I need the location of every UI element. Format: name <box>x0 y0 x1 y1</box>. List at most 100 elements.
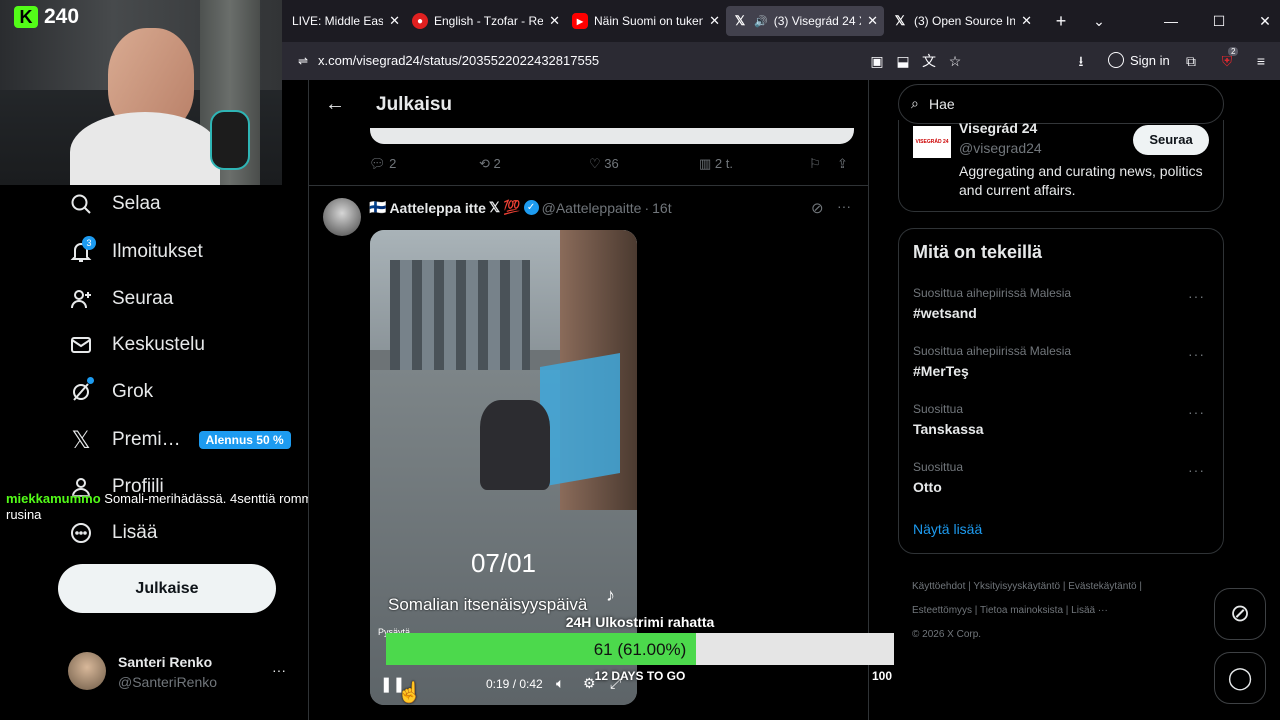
goal-progress-text: 61 (61.00%) <box>593 640 687 659</box>
footer-link[interactable]: Lisää ··· <box>1071 605 1108 616</box>
repost-button[interactable]: ⟲ 2 <box>479 156 501 172</box>
save-page-icon[interactable]: ⬓ <box>894 52 912 70</box>
reply-icon: 💬︎ <box>369 156 386 171</box>
post-time[interactable]: 16t <box>652 200 671 216</box>
footer-link[interactable]: Yksityisyyskäytäntö <box>973 581 1060 592</box>
repost-icon: ⟲ <box>479 156 490 171</box>
download-icon[interactable]: ⭳ <box>1072 52 1090 70</box>
post-author-handle[interactable]: @Aatteleppaitte <box>542 200 642 216</box>
follow-card-name[interactable]: Visegrád 24 <box>959 120 1037 136</box>
grok-float-button[interactable]: ⊘ <box>1214 588 1266 640</box>
footer-link[interactable]: Käyttöehdot <box>912 581 965 592</box>
post-author-avatar[interactable] <box>323 198 361 236</box>
chat-bubble-icon: ◯ <box>1227 665 1253 690</box>
page-title: Julkaisu <box>376 94 453 115</box>
discount-badge: Alennus 50 % <box>198 431 291 449</box>
trend-item[interactable]: Suosittua aihepiirissä Malesia #wetsand <box>913 286 1213 321</box>
browser-tab[interactable]: 𝕏 (3) Open Source Intel ✕ <box>886 6 1038 36</box>
trend-item[interactable]: Suosittua Otto <box>913 460 1213 495</box>
sidebar-item-explore[interactable]: Selaa <box>68 189 161 219</box>
url-text[interactable]: x.com/visegrad24/status/2035522022432817… <box>318 53 599 68</box>
divider <box>309 185 868 186</box>
footer-link[interactable]: Esteettömyys <box>912 605 972 616</box>
trend-item[interactable]: Suosittua Tanskassa <box>913 402 1213 437</box>
crowd <box>480 400 550 490</box>
maximize-icon[interactable]: ☐ <box>1210 12 1228 30</box>
trend-more-icon[interactable]: ··· <box>1188 462 1205 478</box>
extensions-icon[interactable]: ⧉ <box>1182 52 1200 70</box>
viewer-count: 240 <box>44 5 80 28</box>
mouse-cursor-icon: ☝ <box>397 682 422 704</box>
bookmark-star-icon[interactable]: ☆ <box>946 52 964 70</box>
x-icon: 𝕏 <box>734 13 746 28</box>
goal-days-left: 12 DAYS TO GO <box>594 669 686 683</box>
sidebar-item-label: Premi… <box>112 429 181 450</box>
visegrad-logo: VISEGRÁD 24 <box>913 126 951 158</box>
speaker-icon[interactable]: 🔊 <box>754 15 768 28</box>
user-name: Santeri Renko <box>118 654 213 670</box>
post-header: ← Julkaisu <box>309 80 868 132</box>
close-tab-icon[interactable]: ✕ <box>549 13 560 29</box>
messages-float-button[interactable]: ◯ <box>1214 652 1266 704</box>
trend-name: #wetsand <box>913 305 977 321</box>
account-switcher[interactable]: Santeri Renko @SanteriRenko ··· <box>58 648 298 696</box>
sidebar-item-follow[interactable]: Seuraa <box>68 284 173 314</box>
footer-link[interactable]: Evästekäytäntö <box>1068 581 1136 592</box>
back-arrow-icon[interactable]: ← <box>325 93 345 116</box>
trend-more-icon[interactable]: ··· <box>1188 288 1205 304</box>
sign-in-button[interactable]: Sign in <box>1108 52 1170 68</box>
repost-count: 2 <box>493 156 501 171</box>
account-more-icon[interactable]: ··· <box>272 662 286 678</box>
follow-card-handle[interactable]: @visegrad24 <box>959 140 1042 156</box>
close-tab-icon[interactable]: ✕ <box>389 13 400 29</box>
sidebar-item-grok[interactable]: Grok <box>68 377 153 407</box>
menu-icon[interactable]: ≡ <box>1252 52 1270 70</box>
sidebar-item-label: Ilmoitukset <box>112 241 203 262</box>
trend-more-icon[interactable]: ··· <box>1188 346 1205 362</box>
translate-icon[interactable]: 文 <box>920 52 938 70</box>
sidebar-item-messages[interactable]: Keskustelu <box>68 330 205 360</box>
grok-analyze-icon[interactable]: ⊘ <box>811 199 824 217</box>
heart-icon: ♡ <box>589 156 601 171</box>
post-author-name[interactable]: Aatteleppa itte <box>389 200 485 216</box>
video-date-overlay: 07/01 <box>470 548 537 578</box>
share-icon[interactable]: ⇪ <box>837 156 848 172</box>
trend-more-icon[interactable]: ··· <box>1188 404 1205 420</box>
like-button[interactable]: ♡ 36 <box>589 156 619 172</box>
reply-button[interactable]: 💬︎ 2 <box>369 156 396 172</box>
sidebar-item-premium[interactable]: 𝕏 Premi… Alennus 50 % <box>68 425 291 455</box>
follow-button[interactable]: Seuraa <box>1133 125 1209 155</box>
bookmark-icon[interactable]: ⚐ <box>809 156 821 172</box>
search-box[interactable]: ⌕ Hae <box>898 84 1224 124</box>
close-tab-icon[interactable]: ✕ <box>867 13 878 29</box>
close-tab-icon[interactable]: ✕ <box>709 13 720 29</box>
browser-tab[interactable]: ● English - Tzofar - Red ✕ <box>406 6 566 36</box>
browser-tab[interactable]: ▶ Näin Suomi on tuken ✕ <box>566 6 726 36</box>
new-tab-icon[interactable]: + <box>1052 12 1070 30</box>
views-button[interactable]: ▥ 2 t. <box>699 156 733 172</box>
footer-link[interactable]: Tietoa mainoksista <box>980 605 1063 616</box>
goal-title: 24H Ulkostrimi rahatta <box>565 614 715 630</box>
previous-post-actions: 💬︎ 2 ⟲ 2 ♡ 36 ▥ 2 t. ⚐ ⇪ <box>369 156 859 176</box>
tab-title: (3) Visegrád 24 X <box>773 14 862 28</box>
post-button[interactable]: Julkaise <box>58 564 276 613</box>
search-input[interactable]: Hae <box>929 96 955 112</box>
picture-in-picture-icon[interactable]: ▣ <box>868 52 886 70</box>
tab-list-icon[interactable]: ⌄ <box>1090 12 1108 30</box>
post-more-icon[interactable]: ··· <box>837 198 851 214</box>
browser-tab-active[interactable]: 𝕏 🔊 (3) Visegrád 24 X ✕ <box>726 6 884 36</box>
chat-username: miekkamummo <box>6 491 101 506</box>
site-settings-icon[interactable]: ⇌ <box>294 52 312 70</box>
close-tab-icon[interactable]: ✕ <box>1021 13 1032 29</box>
trend-category: Suosittua <box>913 402 964 416</box>
sign-in-label: Sign in <box>1130 52 1170 68</box>
minimize-icon[interactable]: — <box>1162 12 1180 30</box>
sidebar-item-notifications[interactable]: 3 Ilmoitukset <box>68 236 203 267</box>
show-more-link[interactable]: Näytä lisää <box>913 521 982 537</box>
browser-tab[interactable]: LIVE: Middle East ✕ <box>286 6 406 36</box>
close-window-icon[interactable]: ✕ <box>1256 12 1274 30</box>
trend-item[interactable]: Suosittua aihepiirissä Malesia #MerTeş <box>913 344 1213 379</box>
more-circle-icon <box>68 520 94 546</box>
kick-logo-icon: K <box>14 6 38 28</box>
view-count: 2 t. <box>714 156 733 171</box>
